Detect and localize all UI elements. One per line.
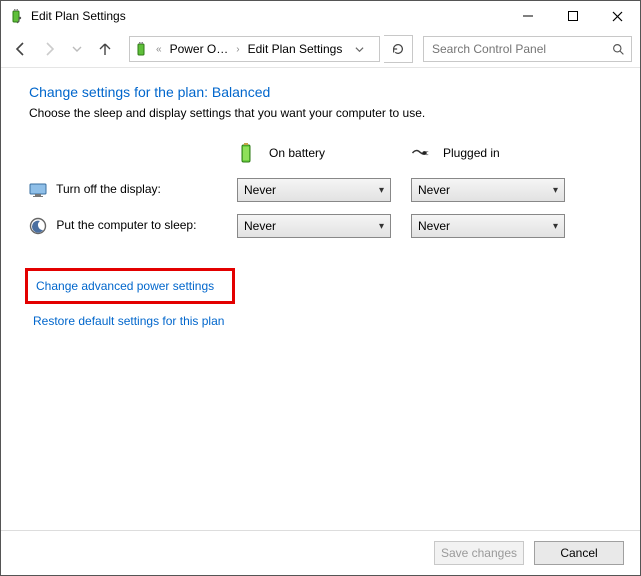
link-advanced-settings[interactable]: Change advanced power settings — [32, 277, 218, 295]
power-options-icon — [134, 41, 150, 57]
address-dropdown-button[interactable] — [355, 45, 375, 54]
column-header-battery: On battery — [269, 146, 325, 160]
plug-icon — [411, 144, 429, 162]
links-section: Change advanced power settings Restore d… — [29, 268, 612, 330]
nav-toolbar: « Power O… › Edit Plan Settings — [1, 31, 640, 67]
highlight-annotation: Change advanced power settings — [25, 268, 235, 304]
window-title: Edit Plan Settings — [31, 9, 126, 23]
row-label-sleep: Put the computer to sleep: — [56, 218, 196, 232]
recent-dropdown-button[interactable] — [65, 37, 89, 61]
display-battery-combo[interactable]: Never ▾ — [237, 178, 391, 202]
combo-value: Never — [418, 183, 450, 197]
chevron-down-icon: ▾ — [379, 185, 384, 196]
breadcrumb-segment[interactable]: Edit Plan Settings — [246, 42, 345, 56]
breadcrumb-segment[interactable]: Power O… — [168, 42, 231, 56]
window-controls — [505, 1, 640, 31]
page-title: Change settings for the plan: Balanced — [29, 84, 612, 100]
combo-value: Never — [244, 219, 276, 233]
maximize-button[interactable] — [550, 1, 595, 31]
display-icon — [29, 181, 47, 199]
cancel-button[interactable]: Cancel — [534, 541, 624, 565]
window: Edit Plan Settings — [0, 0, 641, 576]
combo-value: Never — [418, 219, 450, 233]
chevron-down-icon: ▾ — [379, 221, 384, 232]
sleep-icon — [29, 217, 47, 235]
link-restore-defaults[interactable]: Restore default settings for this plan — [29, 312, 228, 330]
titlebar: Edit Plan Settings — [1, 1, 640, 31]
search-icon[interactable] — [612, 43, 625, 56]
save-button[interactable]: Save changes — [434, 541, 524, 565]
refresh-button[interactable] — [384, 35, 413, 63]
battery-icon — [237, 144, 255, 162]
row-label-display: Turn off the display: — [56, 182, 161, 196]
search-input[interactable] — [430, 41, 612, 57]
column-header-plugged: Plugged in — [443, 146, 500, 160]
chevron-down-icon: ▾ — [553, 221, 558, 232]
chevron-right-icon: › — [232, 44, 243, 55]
search-box[interactable] — [423, 36, 632, 62]
sleep-plugged-combo[interactable]: Never ▾ — [411, 214, 565, 238]
back-button[interactable] — [9, 37, 33, 61]
row-display: Turn off the display: Never ▾ Never ▾ — [29, 172, 585, 208]
sleep-battery-combo[interactable]: Never ▾ — [237, 214, 391, 238]
chevron-down-icon: ▾ — [553, 185, 558, 196]
up-button[interactable] — [93, 37, 117, 61]
address-bar[interactable]: « Power O… › Edit Plan Settings — [129, 36, 380, 62]
combo-value: Never — [244, 183, 276, 197]
minimize-button[interactable] — [505, 1, 550, 31]
footer: Save changes Cancel — [1, 530, 640, 575]
power-options-icon — [9, 8, 25, 24]
chevron-left-icon: « — [152, 44, 166, 55]
page-subtitle: Choose the sleep and display settings th… — [29, 106, 612, 120]
settings-grid: On battery Plugged in — [29, 138, 585, 244]
row-sleep: Put the computer to sleep: Never ▾ Never… — [29, 208, 585, 244]
content-area: Change settings for the plan: Balanced C… — [1, 68, 640, 530]
display-plugged-combo[interactable]: Never ▾ — [411, 178, 565, 202]
forward-button[interactable] — [37, 37, 61, 61]
close-button[interactable] — [595, 1, 640, 31]
